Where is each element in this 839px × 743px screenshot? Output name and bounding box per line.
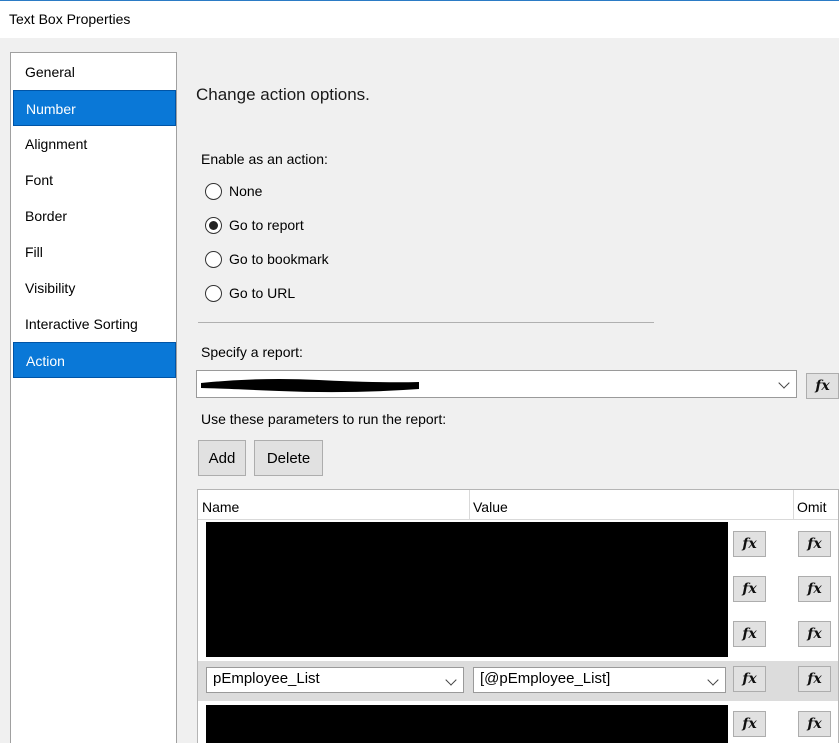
sidebar-item-font[interactable]: Font [13, 162, 176, 198]
value-expression-button[interactable]: fx [733, 666, 766, 692]
delete-button[interactable]: Delete [254, 440, 323, 476]
parameter-name-value: pEmployee_List [213, 670, 320, 687]
sidebar-item-fill[interactable]: Fill [13, 234, 176, 270]
radio-go-to-report-label: Go to report [229, 217, 304, 233]
sidebar-item-alignment[interactable]: Alignment [13, 126, 176, 162]
title-bar: Text Box Properties [0, 0, 839, 38]
radio-go-to-bookmark[interactable]: Go to bookmark [205, 249, 329, 269]
report-select[interactable] [196, 370, 797, 398]
redacted-rows [206, 522, 728, 657]
radio-go-to-bookmark-label: Go to bookmark [229, 251, 329, 267]
parameters-label: Use these parameters to run the report: [201, 411, 447, 427]
column-header-name[interactable]: Name [202, 499, 239, 515]
redacted-row [206, 705, 728, 743]
value-expression-button[interactable]: fx [733, 711, 766, 737]
radio-button[interactable] [205, 284, 222, 302]
omit-expression-button[interactable]: fx [798, 711, 831, 737]
sidebar-item-number[interactable]: Number [13, 90, 176, 126]
omit-expression-button[interactable]: fx [798, 576, 831, 602]
chevron-down-icon[interactable] [707, 674, 719, 686]
grid-header: Name Value Omit [198, 490, 838, 520]
report-expression-button[interactable]: fx [806, 373, 839, 399]
omit-expression-button[interactable]: fx [798, 621, 831, 647]
specify-report-label: Specify a report: [201, 344, 303, 360]
radio-button[interactable] [205, 250, 222, 268]
add-button[interactable]: Add [198, 440, 246, 476]
radio-button[interactable] [205, 182, 222, 200]
chevron-down-icon[interactable] [778, 377, 790, 389]
sidebar: General Number Alignment Font Border Fil… [10, 52, 177, 743]
sidebar-item-border[interactable]: Border [13, 198, 176, 234]
parameters-grid: Name Value Omit fx fx fx fx fx fx pEmplo… [197, 489, 839, 743]
chevron-down-icon[interactable] [445, 674, 457, 686]
column-header-omit[interactable]: Omit [797, 499, 827, 515]
value-expression-button[interactable]: fx [733, 531, 766, 557]
value-expression-button[interactable]: fx [733, 576, 766, 602]
radio-go-to-url-label: Go to URL [229, 285, 296, 301]
column-header-value[interactable]: Value [473, 499, 508, 515]
parameter-name-select[interactable]: pEmployee_List [206, 667, 464, 693]
radio-button-checked[interactable] [205, 216, 222, 234]
radio-none-label: None [229, 183, 263, 199]
radio-none[interactable]: None [205, 181, 262, 201]
sidebar-item-general[interactable]: General [13, 54, 176, 90]
parameter-value-select[interactable]: [@pEmployee_List] [473, 667, 726, 693]
value-expression-button[interactable]: fx [733, 621, 766, 647]
window-title: Text Box Properties [9, 11, 131, 27]
separator [198, 322, 654, 323]
sidebar-item-interactive-sorting[interactable]: Interactive Sorting [13, 306, 176, 342]
omit-expression-button[interactable]: fx [798, 666, 831, 692]
report-redaction-scribble [201, 379, 419, 393]
sidebar-item-visibility[interactable]: Visibility [13, 270, 176, 306]
enable-action-label: Enable as an action: [201, 151, 328, 167]
omit-expression-button[interactable]: fx [798, 531, 831, 557]
column-divider [469, 490, 470, 520]
column-divider [793, 490, 794, 520]
parameter-value-value: [@pEmployee_List] [480, 670, 611, 687]
sidebar-item-action[interactable]: Action [13, 342, 176, 378]
page-heading: Change action options. [196, 85, 370, 104]
radio-go-to-url[interactable]: Go to URL [205, 283, 295, 303]
radio-go-to-report[interactable]: Go to report [205, 215, 304, 235]
